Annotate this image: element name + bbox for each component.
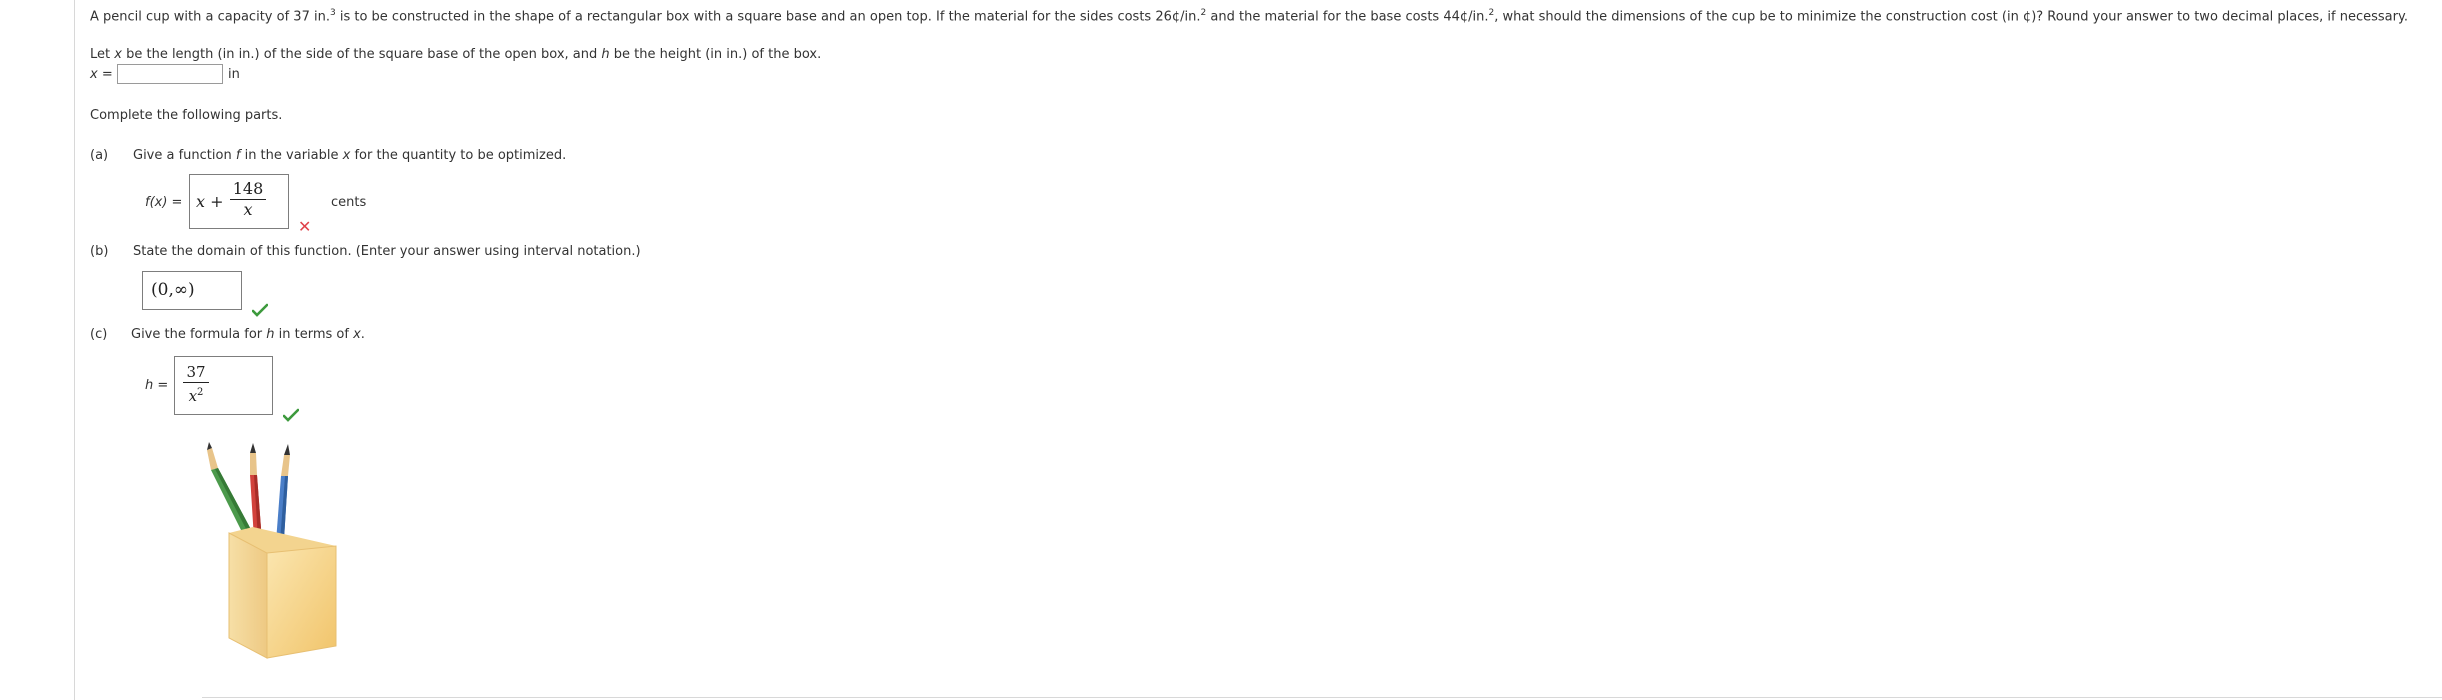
part-c-prompt: Give the formula for h in terms of x. <box>131 327 365 342</box>
var-x: x <box>353 327 361 342</box>
left-divider <box>74 0 75 700</box>
capacity-exponent: 3 <box>329 8 336 18</box>
x-input-field[interactable] <box>117 64 223 84</box>
instructions-text: Complete the following parts. <box>90 108 283 123</box>
bottom-divider <box>202 697 2442 698</box>
base-cost: 44¢/in. <box>1443 9 1489 25</box>
correct-icon <box>283 408 299 422</box>
prompt-text: in terms of <box>278 327 349 342</box>
part-a-answer-box[interactable]: x + 148 x <box>189 174 289 229</box>
part-a-letter: (a) <box>90 148 109 163</box>
part-a-fraction: 148 x <box>230 179 266 220</box>
prompt-text: . <box>360 327 365 342</box>
problem-text: A pencil cup with a capacity of <box>90 9 290 25</box>
capacity-unit: in. <box>313 9 330 25</box>
var-h: h <box>266 327 275 342</box>
let-text: be the length (in in.) of the side of th… <box>126 47 598 62</box>
var-f: f <box>235 148 241 163</box>
part-a-unit: cents <box>331 195 367 210</box>
var-x: x <box>114 47 122 62</box>
problem-text: is to be constructed in the shape of a r… <box>339 9 1152 25</box>
part-c-answer-box[interactable]: 37 x2 <box>174 356 273 415</box>
part-c-letter: (c) <box>90 327 108 342</box>
let-text: Let <box>90 47 111 62</box>
prompt-text: for the quantity to be optimized. <box>354 148 567 163</box>
problem-text: , what should the dimensions of the cup … <box>1494 9 2408 25</box>
part-a-label: f(x) = <box>145 195 183 210</box>
part-c-numerator: 37 <box>186 363 206 381</box>
part-b-prompt: State the domain of this function. (Ente… <box>133 244 641 259</box>
side-cost: 26¢/in. <box>1155 9 1201 25</box>
prompt-text: Give the formula for <box>131 327 263 342</box>
part-a-prompt: Give a function f in the variable x for … <box>133 148 566 163</box>
pencil-cup-icon <box>207 442 337 659</box>
part-a-numerator: 148 <box>232 179 264 198</box>
prompt-text: Give a function <box>133 148 232 163</box>
denominator-exponent: 2 <box>197 387 204 398</box>
part-a-answer-term: x + <box>196 192 224 211</box>
problem-text: and the material for the base costs <box>1210 9 1440 25</box>
correct-icon <box>252 303 268 317</box>
incorrect-icon: ✕ <box>298 217 312 236</box>
cup-front <box>266 545 337 659</box>
var-h: h <box>601 47 610 62</box>
problem-statement: A pencil cup with a capacity of 37 in.3 … <box>90 8 2408 24</box>
capacity-value: 37 <box>293 9 310 25</box>
part-a-denominator: x <box>243 200 253 219</box>
x-input-unit: in <box>228 67 240 82</box>
var-x: x <box>342 148 351 163</box>
part-c-label: h = <box>145 378 169 393</box>
denominator-base: x <box>188 387 198 405</box>
part-b-letter: (b) <box>90 244 109 259</box>
part-b-answer-box[interactable]: (0,∞) <box>142 271 242 310</box>
part-b-answer: (0,∞) <box>151 280 195 300</box>
part-c-fraction: 37 x2 <box>183 362 209 406</box>
prompt-text: in the variable <box>244 148 339 163</box>
variable-definition: Let x be the length (in in.) of the side… <box>90 47 821 62</box>
let-text: be the height (in in.) of the box. <box>613 47 822 62</box>
part-c-denominator: x2 <box>183 383 209 406</box>
side-cost-exponent: 2 <box>1200 8 1207 18</box>
x-input-label: x = <box>90 67 113 82</box>
cup-side <box>228 532 268 659</box>
